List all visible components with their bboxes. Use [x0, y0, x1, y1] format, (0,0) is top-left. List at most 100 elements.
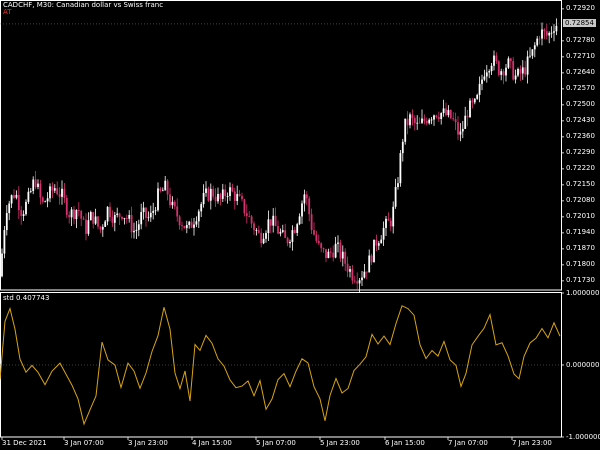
candle-body	[541, 29, 543, 39]
time-axis-label: 7 Jan 07:00	[448, 439, 488, 447]
candle-body	[188, 221, 191, 225]
candle-body	[387, 218, 390, 221]
candle-body	[293, 230, 296, 233]
price-axis-label: 0.72710	[566, 51, 595, 60]
candle-body	[22, 214, 25, 217]
time-axis-label: 3 Jan 07:00	[64, 439, 104, 447]
candle-body	[193, 224, 195, 228]
candle-body	[85, 219, 87, 234]
candle-body	[149, 212, 152, 218]
candle-body	[512, 60, 515, 80]
candle-body	[113, 214, 116, 223]
candle-body	[77, 210, 80, 212]
candle-body	[154, 210, 157, 212]
price-axis-label: 0.72640	[566, 67, 595, 76]
candle-body	[92, 212, 95, 224]
candle-body	[250, 216, 253, 224]
candle-body	[553, 31, 555, 33]
candle-body	[495, 55, 498, 62]
candle-body	[493, 55, 495, 66]
candle-body	[428, 119, 431, 124]
candle-body	[334, 243, 337, 258]
time-axis-label: 7 Jan 23:00	[512, 439, 552, 447]
candle-body	[505, 67, 507, 76]
main-pane-frame	[0, 0, 562, 291]
candle-body	[80, 211, 83, 219]
candle-body	[490, 65, 493, 72]
candle-body	[128, 214, 131, 219]
candle-body	[245, 213, 248, 216]
candle-body	[157, 188, 159, 211]
candle-body	[433, 115, 435, 120]
candle-body	[1, 253, 3, 277]
candle-body	[500, 71, 503, 75]
price-axis-label: 0.71940	[566, 227, 595, 236]
candle-body	[435, 115, 438, 117]
candle-body	[488, 71, 491, 73]
candle-body	[509, 58, 512, 61]
candle-body	[205, 188, 207, 193]
candle-body	[507, 58, 510, 68]
candle-body	[373, 239, 375, 263]
candle-body	[171, 201, 174, 206]
candle-body	[449, 109, 452, 119]
candle-body	[73, 209, 75, 220]
candle-body	[514, 75, 517, 80]
candle-body	[447, 109, 450, 116]
candle-body	[3, 230, 6, 254]
candle-body	[152, 210, 155, 213]
candle-body	[298, 216, 301, 225]
candle-body	[133, 230, 135, 233]
candle-body	[471, 100, 474, 103]
candle-body	[46, 198, 49, 202]
candle-body	[401, 141, 404, 154]
candle-body	[521, 67, 524, 74]
candle-body	[315, 234, 318, 241]
candle-body	[413, 118, 416, 124]
candle-body	[238, 194, 241, 196]
price-axis-label: 0.72360	[566, 131, 595, 140]
price-axis-label: 0.72290	[566, 147, 595, 156]
candle-body	[257, 230, 260, 233]
candle-body	[418, 122, 421, 124]
candle-body	[94, 216, 97, 224]
candle-body	[130, 214, 133, 233]
candle-body	[310, 214, 313, 231]
candle-body	[392, 206, 395, 227]
candle-body	[469, 100, 471, 118]
candle-body	[123, 218, 126, 219]
candle-body	[284, 230, 287, 238]
candle-body	[202, 192, 205, 205]
candle-body	[497, 61, 500, 75]
candle-body	[265, 233, 267, 239]
candle-body	[20, 210, 23, 217]
candle-body	[473, 98, 476, 103]
price-axis-label: 0.72780	[566, 35, 595, 44]
chart-title: CADCHF, M30: Canadian dollar vs Swiss fr…	[3, 1, 164, 9]
candle-body	[404, 118, 407, 142]
candle-body	[173, 201, 176, 207]
candle-body	[461, 128, 464, 132]
candle-body	[233, 191, 236, 201]
candle-body	[118, 213, 121, 217]
candle-body	[29, 190, 32, 192]
candle-body	[437, 116, 440, 119]
time-axis-label: 3 Jan 23:00	[128, 439, 168, 447]
candle-body	[476, 94, 479, 99]
candle-body	[190, 221, 193, 228]
price-axis-label: 0.72920	[566, 3, 595, 12]
candle-body	[70, 209, 73, 218]
candle-body	[344, 251, 347, 264]
candle-body	[320, 243, 323, 249]
candle-body	[89, 212, 92, 221]
candle-body	[109, 206, 111, 218]
price-axis-label: 0.72010	[566, 211, 595, 220]
candle-body	[308, 198, 311, 215]
candle-body	[339, 242, 342, 259]
candle-body	[457, 122, 459, 135]
candle-body	[375, 239, 378, 246]
candle-body	[166, 180, 169, 195]
candle-body	[197, 211, 200, 222]
candle-body	[169, 194, 171, 206]
price-axis-label: 0.72500	[566, 99, 595, 108]
